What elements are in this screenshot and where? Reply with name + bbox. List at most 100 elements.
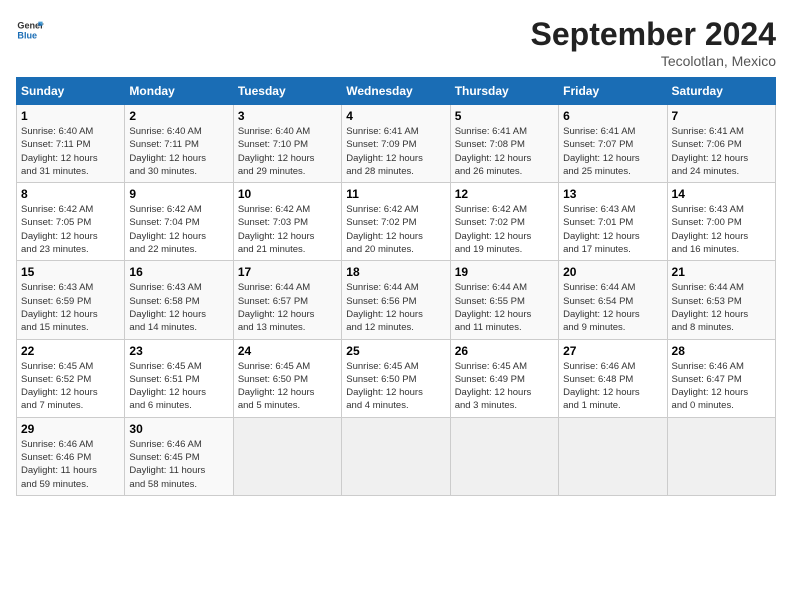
day-info: Sunrise: 6:45 AMSunset: 6:50 PMDaylight:… xyxy=(238,360,337,413)
day-number: 19 xyxy=(455,265,554,279)
day-info: Sunrise: 6:45 AMSunset: 6:52 PMDaylight:… xyxy=(21,360,120,413)
day-number: 18 xyxy=(346,265,445,279)
day-info: Sunrise: 6:42 AMSunset: 7:05 PMDaylight:… xyxy=(21,203,120,256)
day-info: Sunrise: 6:42 AMSunset: 7:04 PMDaylight:… xyxy=(129,203,228,256)
day-info: Sunrise: 6:42 AMSunset: 7:02 PMDaylight:… xyxy=(455,203,554,256)
table-row: 16 Sunrise: 6:43 AMSunset: 6:58 PMDayligh… xyxy=(125,261,233,339)
table-row: 19 Sunrise: 6:44 AMSunset: 6:55 PMDayligh… xyxy=(450,261,558,339)
day-info: Sunrise: 6:44 AMSunset: 6:54 PMDaylight:… xyxy=(563,281,662,334)
day-info: Sunrise: 6:43 AMSunset: 6:59 PMDaylight:… xyxy=(21,281,120,334)
table-row: 20Sunrise: 6:44 AMSunset: 6:54 PMDayligh… xyxy=(559,261,667,339)
title-area: September 2024 Tecolotlan, Mexico xyxy=(531,16,776,69)
day-info: Sunrise: 6:46 AMSunset: 6:47 PMDaylight:… xyxy=(672,360,771,413)
day-number: 2 xyxy=(129,109,228,123)
day-number: 24 xyxy=(238,344,337,358)
day-number: 17 xyxy=(238,265,337,279)
table-row: 28 Sunrise: 6:46 AMSunset: 6:47 PMDayligh… xyxy=(667,339,775,417)
table-row: 8Sunrise: 6:42 AMSunset: 7:05 PMDaylight… xyxy=(17,183,125,261)
table-row: 7 Sunrise: 6:41 AMSunset: 7:06 PMDaylight… xyxy=(667,105,775,183)
day-info: Sunrise: 6:41 AMSunset: 7:08 PMDaylight:… xyxy=(455,125,554,178)
day-number: 7 xyxy=(672,109,771,123)
calendar-body: 1Sunrise: 6:40 AMSunset: 7:11 PMDaylight… xyxy=(17,105,776,496)
day-number: 22 xyxy=(21,344,120,358)
day-info: Sunrise: 6:41 AMSunset: 7:06 PMDaylight:… xyxy=(672,125,771,178)
col-tuesday: Tuesday xyxy=(233,78,341,105)
table-row: 6Sunrise: 6:41 AMSunset: 7:07 PMDaylight… xyxy=(559,105,667,183)
month-title: September 2024 xyxy=(531,16,776,53)
day-number: 27 xyxy=(563,344,662,358)
calendar-week-row: 15 Sunrise: 6:43 AMSunset: 6:59 PMDayligh… xyxy=(17,261,776,339)
table-row: 9 Sunrise: 6:42 AMSunset: 7:04 PMDaylight… xyxy=(125,183,233,261)
calendar-week-row: 22 Sunrise: 6:45 AMSunset: 6:52 PMDayligh… xyxy=(17,339,776,417)
table-row: 15 Sunrise: 6:43 AMSunset: 6:59 PMDayligh… xyxy=(17,261,125,339)
day-info: Sunrise: 6:40 AMSunset: 7:11 PMDaylight:… xyxy=(21,125,120,178)
page-header: General Blue September 2024 Tecolotlan, … xyxy=(16,16,776,69)
day-info: Sunrise: 6:42 AMSunset: 7:02 PMDaylight:… xyxy=(346,203,445,256)
calendar-week-row: 1Sunrise: 6:40 AMSunset: 7:11 PMDaylight… xyxy=(17,105,776,183)
day-number: 6 xyxy=(563,109,662,123)
table-row: 22 Sunrise: 6:45 AMSunset: 6:52 PMDayligh… xyxy=(17,339,125,417)
day-info: Sunrise: 6:45 AMSunset: 6:51 PMDaylight:… xyxy=(129,360,228,413)
day-number: 11 xyxy=(346,187,445,201)
day-info: Sunrise: 6:43 AMSunset: 7:00 PMDaylight:… xyxy=(672,203,771,256)
col-wednesday: Wednesday xyxy=(342,78,450,105)
day-info: Sunrise: 6:46 AMSunset: 6:45 PMDaylight:… xyxy=(129,438,228,491)
table-row: 12 Sunrise: 6:42 AMSunset: 7:02 PMDayligh… xyxy=(450,183,558,261)
table-row: 24 Sunrise: 6:45 AMSunset: 6:50 PMDayligh… xyxy=(233,339,341,417)
day-info: Sunrise: 6:44 AMSunset: 6:53 PMDaylight:… xyxy=(672,281,771,334)
day-info: Sunrise: 6:44 AMSunset: 6:57 PMDaylight:… xyxy=(238,281,337,334)
table-row: 14 Sunrise: 6:43 AMSunset: 7:00 PMDayligh… xyxy=(667,183,775,261)
day-info: Sunrise: 6:44 AMSunset: 6:55 PMDaylight:… xyxy=(455,281,554,334)
day-number: 25 xyxy=(346,344,445,358)
table-row: 23 Sunrise: 6:45 AMSunset: 6:51 PMDayligh… xyxy=(125,339,233,417)
day-info: Sunrise: 6:40 AMSunset: 7:10 PMDaylight:… xyxy=(238,125,337,178)
day-number: 28 xyxy=(672,344,771,358)
day-number: 13 xyxy=(563,187,662,201)
day-number: 15 xyxy=(21,265,120,279)
table-row xyxy=(233,417,341,495)
day-number: 29 xyxy=(21,422,120,436)
table-row: 25 Sunrise: 6:45 AMSunset: 6:50 PMDayligh… xyxy=(342,339,450,417)
table-row: 27 Sunrise: 6:46 AMSunset: 6:48 PMDayligh… xyxy=(559,339,667,417)
day-number: 14 xyxy=(672,187,771,201)
day-info: Sunrise: 6:43 AMSunset: 7:01 PMDaylight:… xyxy=(563,203,662,256)
table-row: 26 Sunrise: 6:45 AMSunset: 6:49 PMDayligh… xyxy=(450,339,558,417)
day-number: 5 xyxy=(455,109,554,123)
day-number: 9 xyxy=(129,187,228,201)
table-row: 29Sunrise: 6:46 AMSunset: 6:46 PMDayligh… xyxy=(17,417,125,495)
col-thursday: Thursday xyxy=(450,78,558,105)
day-number: 12 xyxy=(455,187,554,201)
table-row: 17 Sunrise: 6:44 AMSunset: 6:57 PMDayligh… xyxy=(233,261,341,339)
table-row: 18 Sunrise: 6:44 AMSunset: 6:56 PMDayligh… xyxy=(342,261,450,339)
day-info: Sunrise: 6:46 AMSunset: 6:48 PMDaylight:… xyxy=(563,360,662,413)
logo: General Blue xyxy=(16,16,44,44)
table-row: 5 Sunrise: 6:41 AMSunset: 7:08 PMDaylight… xyxy=(450,105,558,183)
logo-icon: General Blue xyxy=(16,16,44,44)
day-number: 16 xyxy=(129,265,228,279)
svg-text:Blue: Blue xyxy=(17,30,37,40)
col-friday: Friday xyxy=(559,78,667,105)
day-info: Sunrise: 6:44 AMSunset: 6:56 PMDaylight:… xyxy=(346,281,445,334)
table-row xyxy=(450,417,558,495)
calendar-week-row: 8Sunrise: 6:42 AMSunset: 7:05 PMDaylight… xyxy=(17,183,776,261)
day-info: Sunrise: 6:43 AMSunset: 6:58 PMDaylight:… xyxy=(129,281,228,334)
table-row: 13 Sunrise: 6:43 AMSunset: 7:01 PMDayligh… xyxy=(559,183,667,261)
day-info: Sunrise: 6:45 AMSunset: 6:50 PMDaylight:… xyxy=(346,360,445,413)
col-monday: Monday xyxy=(125,78,233,105)
day-number: 4 xyxy=(346,109,445,123)
table-row: 4 Sunrise: 6:41 AMSunset: 7:09 PMDaylight… xyxy=(342,105,450,183)
table-row xyxy=(342,417,450,495)
day-info: Sunrise: 6:45 AMSunset: 6:49 PMDaylight:… xyxy=(455,360,554,413)
header-row: Sunday Monday Tuesday Wednesday Thursday… xyxy=(17,78,776,105)
day-number: 21 xyxy=(672,265,771,279)
day-info: Sunrise: 6:40 AMSunset: 7:11 PMDaylight:… xyxy=(129,125,228,178)
table-row: 2 Sunrise: 6:40 AMSunset: 7:11 PMDaylight… xyxy=(125,105,233,183)
table-row: 11 Sunrise: 6:42 AMSunset: 7:02 PMDayligh… xyxy=(342,183,450,261)
day-info: Sunrise: 6:41 AMSunset: 7:09 PMDaylight:… xyxy=(346,125,445,178)
day-number: 3 xyxy=(238,109,337,123)
calendar-table: Sunday Monday Tuesday Wednesday Thursday… xyxy=(16,77,776,496)
day-number: 23 xyxy=(129,344,228,358)
table-row: 10Sunrise: 6:42 AMSunset: 7:03 PMDayligh… xyxy=(233,183,341,261)
day-number: 26 xyxy=(455,344,554,358)
table-row xyxy=(667,417,775,495)
